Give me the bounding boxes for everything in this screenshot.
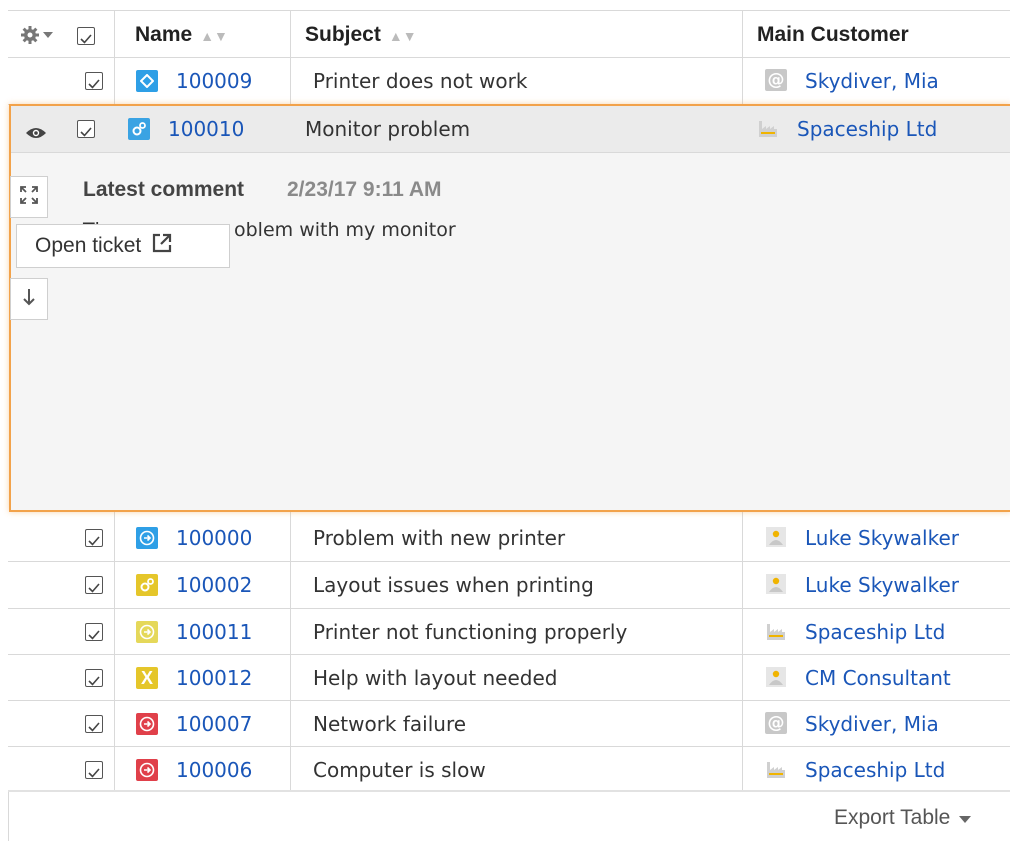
ticket-preview-panel: 100010 Monitor problem Spaceship Ltd Lat… bbox=[9, 104, 1010, 512]
scroll-down-button[interactable] bbox=[10, 278, 48, 320]
arrow-circle-icon bbox=[136, 759, 158, 781]
customer-link[interactable]: Spaceship Ltd bbox=[805, 620, 945, 644]
ticket-subject: Printer does not work bbox=[313, 69, 528, 93]
ticket-link[interactable]: 100009 bbox=[176, 69, 252, 93]
row-checkbox[interactable] bbox=[85, 576, 103, 601]
column-settings-button[interactable] bbox=[20, 25, 56, 50]
column-header-main-customer[interactable]: Main Customer bbox=[757, 23, 909, 57]
open-ticket-button[interactable]: Open ticket bbox=[16, 224, 230, 268]
sort-icon: ▲▼ bbox=[200, 28, 228, 44]
table-row[interactable]: 100011 Printer not functioning properly … bbox=[8, 609, 1010, 655]
row-checkbox[interactable] bbox=[85, 761, 103, 786]
row-checkbox[interactable] bbox=[85, 529, 103, 554]
ticket-link[interactable]: 100011 bbox=[176, 620, 252, 644]
table-row[interactable]: 100000 Problem with new printer Luke Sky… bbox=[8, 515, 1010, 561]
cogs-icon bbox=[128, 118, 150, 140]
row-checkbox[interactable] bbox=[85, 623, 103, 648]
expand-icon bbox=[19, 185, 39, 210]
factory-icon bbox=[757, 117, 779, 139]
person-icon bbox=[765, 666, 787, 688]
table-row[interactable]: 100002 Layout issues when printing Luke … bbox=[8, 562, 1010, 608]
row-checkbox[interactable] bbox=[77, 120, 95, 145]
ticket-subject: Monitor problem bbox=[305, 117, 471, 141]
latest-comment-title: Latest comment bbox=[83, 178, 245, 201]
table-row[interactable]: 100006 Computer is slow Spaceship Ltd bbox=[8, 747, 1010, 793]
table-row[interactable]: X 100012 Help with layout needed CM Cons… bbox=[8, 655, 1010, 701]
sort-icon: ▲▼ bbox=[388, 28, 417, 44]
export-table-button[interactable]: Export Table bbox=[834, 806, 972, 830]
expand-preview-button[interactable] bbox=[10, 176, 48, 218]
external-link-icon bbox=[151, 232, 173, 260]
caret-down-icon bbox=[958, 806, 972, 830]
select-all-checkbox[interactable] bbox=[77, 27, 95, 52]
table-row[interactable]: 100007 Network failure @ Skydiver, Mia bbox=[8, 701, 1010, 747]
arrow-down-icon bbox=[21, 287, 37, 312]
at-icon: @ bbox=[765, 69, 787, 91]
gear-icon bbox=[20, 26, 56, 50]
footer-left-border bbox=[8, 792, 9, 841]
ticket-link[interactable]: 100006 bbox=[176, 758, 252, 782]
ticket-link[interactable]: 100007 bbox=[176, 712, 252, 736]
table-top-border bbox=[8, 10, 1010, 11]
arrow-circle-icon bbox=[136, 621, 158, 643]
ticket-subject: Layout issues when printing bbox=[313, 573, 594, 597]
customer-link[interactable]: CM Consultant bbox=[805, 666, 951, 690]
table-row[interactable]: 100009 Printer does not work @ Skydiver,… bbox=[8, 58, 1010, 104]
x-icon: X bbox=[136, 667, 158, 689]
row-checkbox[interactable] bbox=[85, 715, 103, 740]
ticket-link[interactable]: 100010 bbox=[168, 117, 244, 141]
arrow-circle-icon bbox=[136, 527, 158, 549]
column-header-name[interactable]: Name ▲▼ bbox=[135, 23, 228, 57]
customer-link[interactable]: Spaceship Ltd bbox=[805, 758, 945, 782]
ticket-subject: Help with layout needed bbox=[313, 666, 558, 690]
latest-comment-date: 2/23/17 9:11 AM bbox=[287, 178, 442, 201]
person-icon bbox=[765, 573, 787, 595]
factory-icon bbox=[765, 620, 787, 642]
row-checkbox[interactable] bbox=[85, 669, 103, 694]
eye-icon[interactable] bbox=[25, 121, 47, 145]
at-icon: @ bbox=[765, 712, 787, 734]
ticket-subject: Printer not functioning properly bbox=[313, 620, 628, 644]
row-checkbox[interactable] bbox=[85, 72, 103, 97]
customer-link[interactable]: Luke Skywalker bbox=[805, 573, 959, 597]
customer-link[interactable]: Spaceship Ltd bbox=[797, 117, 937, 141]
table-row-selected[interactable]: 100010 Monitor problem Spaceship Ltd bbox=[11, 106, 1010, 153]
customer-link[interactable]: Skydiver, Mia bbox=[805, 712, 939, 736]
customer-link[interactable]: Luke Skywalker bbox=[805, 526, 959, 550]
person-icon bbox=[765, 526, 787, 548]
ticket-link[interactable]: 100002 bbox=[176, 573, 252, 597]
diamond-icon bbox=[136, 70, 158, 92]
latest-comment-text: oblem with my monitor bbox=[234, 219, 456, 241]
ticket-subject: Computer is slow bbox=[313, 758, 486, 782]
ticket-subject: Network failure bbox=[313, 712, 467, 736]
table-bottom-border bbox=[8, 790, 1010, 792]
ticket-link[interactable]: 100000 bbox=[176, 526, 252, 550]
factory-icon bbox=[765, 758, 787, 780]
column-header-subject[interactable]: Subject ▲▼ bbox=[305, 23, 417, 57]
arrow-circle-icon bbox=[136, 713, 158, 735]
ticket-link[interactable]: 100012 bbox=[176, 666, 252, 690]
ticket-subject: Problem with new printer bbox=[313, 526, 566, 550]
cogs-icon bbox=[136, 574, 158, 596]
customer-link[interactable]: Skydiver, Mia bbox=[805, 69, 939, 93]
